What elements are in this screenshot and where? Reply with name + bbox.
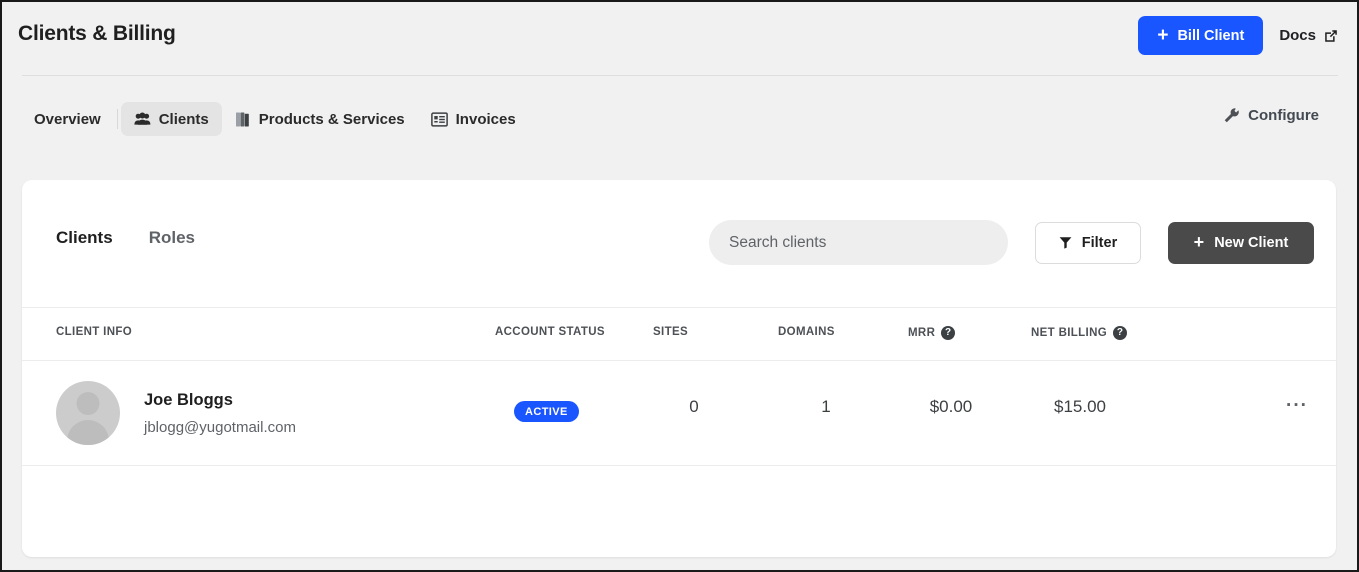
column-header-mrr: MRR ? xyxy=(908,326,955,340)
primary-tabs: Overview Clients xyxy=(24,102,529,136)
client-name: Joe Bloggs xyxy=(144,391,233,410)
tab-separator xyxy=(117,109,118,129)
column-header-net-billing: Net Billing ? xyxy=(1031,326,1127,340)
search-input[interactable] xyxy=(709,220,1008,265)
column-header-domains: Domains xyxy=(778,326,835,338)
docs-link[interactable]: Docs xyxy=(1279,27,1343,44)
books-icon xyxy=(235,111,251,128)
new-client-label: New Client xyxy=(1214,235,1288,251)
column-label: Net Billing xyxy=(1031,327,1107,339)
column-label: Sites xyxy=(653,326,688,338)
cell-mrr: $0.00 xyxy=(898,397,1004,417)
column-header-client-info: Client Info xyxy=(56,326,132,338)
tab-overview[interactable]: Overview xyxy=(24,102,114,136)
tab-products-services[interactable]: Products & Services xyxy=(222,102,418,136)
table-header: Client Info Account Status Sites Domains… xyxy=(22,308,1336,360)
bill-client-label: Bill Client xyxy=(1177,28,1244,44)
column-header-account-status: Account Status xyxy=(495,326,605,338)
filter-label: Filter xyxy=(1082,235,1117,251)
bill-client-button[interactable]: + Bill Client xyxy=(1138,16,1263,55)
card-tab-roles[interactable]: Roles xyxy=(149,228,195,248)
page-title: Clients & Billing xyxy=(18,22,176,46)
card-toolbar-actions: Filter + New Client xyxy=(709,220,1314,265)
cell-domains: 1 xyxy=(778,397,874,417)
primary-tabstrip: Overview Clients xyxy=(2,102,1357,146)
clients-card: Clients Roles Filter + New Client xyxy=(22,180,1336,557)
tab-overview-label: Overview xyxy=(34,111,101,128)
client-email: jblogg@yugotmail.com xyxy=(144,419,296,436)
avatar-head xyxy=(77,392,100,415)
docs-label: Docs xyxy=(1279,27,1316,44)
card-tabs: Clients Roles xyxy=(56,228,195,248)
column-label: Domains xyxy=(778,326,835,338)
configure-link[interactable]: Configure xyxy=(1223,107,1319,124)
tab-clients-label: Clients xyxy=(159,111,209,128)
cell-sites: 0 xyxy=(653,397,735,417)
tab-invoices[interactable]: Invoices xyxy=(418,102,529,136)
new-client-button[interactable]: + New Client xyxy=(1168,222,1314,264)
table-row[interactable]: Joe Bloggs jblogg@yugotmail.com ACTIVE 0… xyxy=(22,361,1336,465)
cell-net-billing: $15.00 xyxy=(1022,397,1138,417)
column-label: MRR xyxy=(908,327,935,339)
help-icon-net-billing[interactable]: ? xyxy=(1113,326,1127,340)
column-label: Client Info xyxy=(56,326,132,338)
header-actions: + Bill Client Docs xyxy=(1138,16,1343,55)
funnel-icon xyxy=(1059,236,1072,249)
wrench-icon xyxy=(1223,107,1240,124)
page-header: Clients & Billing + Bill Client Docs xyxy=(2,2,1357,74)
configure-label: Configure xyxy=(1248,107,1319,124)
column-header-sites: Sites xyxy=(653,326,688,338)
avatar-body xyxy=(67,420,109,445)
help-icon-mrr[interactable]: ? xyxy=(941,326,955,340)
people-group-icon xyxy=(134,112,151,126)
header-divider xyxy=(22,75,1338,76)
plus-icon: + xyxy=(1157,26,1168,45)
table-footer xyxy=(22,466,1336,538)
filter-button[interactable]: Filter xyxy=(1035,222,1141,264)
card-toolbar: Clients Roles Filter + New Client xyxy=(22,180,1336,307)
external-link-icon xyxy=(1323,28,1339,44)
tab-invoices-label: Invoices xyxy=(456,111,516,128)
tab-products-services-label: Products & Services xyxy=(259,111,405,128)
plus-icon: + xyxy=(1194,233,1205,251)
status-badge: ACTIVE xyxy=(514,401,579,422)
column-label: Account Status xyxy=(495,326,605,338)
row-overflow-menu-button[interactable]: ··· xyxy=(1286,397,1308,415)
app-page: Clients & Billing + Bill Client Docs xyxy=(2,2,1357,570)
tab-clients[interactable]: Clients xyxy=(121,102,222,136)
avatar xyxy=(56,381,120,445)
card-tab-clients[interactable]: Clients xyxy=(56,228,113,248)
invoice-icon xyxy=(431,112,448,127)
